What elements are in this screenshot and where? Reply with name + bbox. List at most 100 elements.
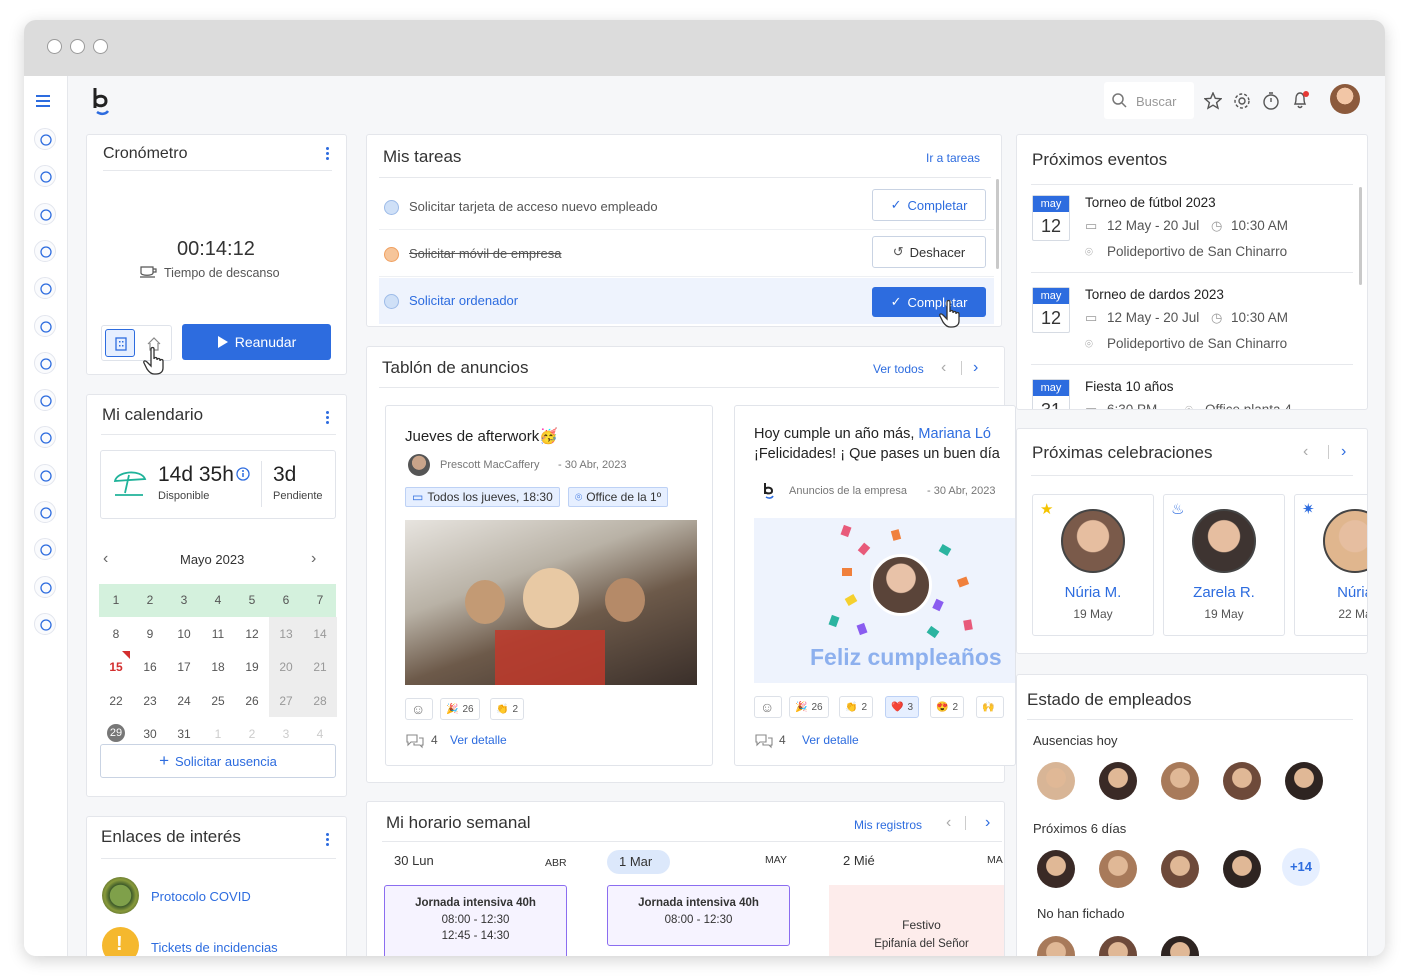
task-row[interactable]: Solicitar móvil de empresa ↺ Deshacer — [379, 231, 994, 277]
calendar-day[interactable]: 6 — [269, 593, 303, 607]
calendar-day[interactable]: 1 — [201, 727, 235, 741]
org-chart-icon[interactable] — [34, 202, 56, 225]
calendar-day[interactable]: 12 — [235, 627, 269, 641]
reaction-chip[interactable]: 👏 2 — [839, 696, 874, 718]
id-card-icon[interactable] — [34, 314, 56, 337]
bell-icon[interactable] — [1291, 90, 1311, 110]
prev-icon[interactable]: ‹ — [1303, 443, 1308, 461]
stopwatch-icon[interactable] — [1262, 91, 1280, 111]
play-icon[interactable] — [34, 538, 56, 561]
calendar-day[interactable]: 4 — [303, 727, 337, 741]
chat-icon[interactable] — [34, 463, 56, 486]
my-records-link[interactable]: Mis registros — [854, 818, 922, 832]
chart-user-icon[interactable] — [34, 389, 56, 412]
calendar-day[interactable]: 14 — [303, 627, 337, 641]
reaction-chip[interactable]: 👏 2 — [490, 698, 525, 720]
calendar-day[interactable]: 17 — [167, 660, 201, 674]
calendar-day[interactable]: 13 — [269, 627, 303, 641]
celebration-card[interactable]: ♨ Zarela R. 19 May — [1163, 494, 1285, 636]
task-status-dot[interactable] — [384, 247, 399, 262]
calendar-day[interactable]: 30 — [133, 727, 167, 741]
stopwatch-icon[interactable] — [34, 277, 56, 300]
holiday-block[interactable]: Festivo Epifanía del Señor — [829, 885, 1004, 956]
add-reaction-button[interactable]: ☺ — [405, 698, 433, 720]
home-icon[interactable] — [34, 128, 56, 150]
celebration-card[interactable]: ✷ Núria 22 Ma — [1294, 494, 1367, 636]
calendar-day[interactable]: 22 — [99, 694, 133, 708]
window-maximize-dot[interactable] — [93, 39, 108, 54]
employee-avatar[interactable] — [1037, 936, 1075, 956]
task-status-dot[interactable] — [384, 294, 399, 309]
calendar-day[interactable]: 1 — [99, 593, 133, 607]
event-item[interactable]: may 12 Torneo de fútbol 2023 ▭ 12 May - 20 J… — [1017, 195, 1357, 285]
reaction-chip-selected[interactable]: ❤️ 3 — [885, 696, 920, 718]
calendar-day[interactable]: 4 — [201, 593, 235, 607]
calendar-day[interactable]: 27 — [269, 694, 303, 708]
add-reaction-button[interactable]: ☺ — [754, 696, 782, 718]
employee-avatar[interactable] — [1037, 850, 1075, 888]
view-all-link[interactable]: Ver todos — [873, 362, 924, 376]
search-input[interactable]: Buscar — [1104, 82, 1194, 119]
info-icon[interactable] — [236, 467, 250, 481]
menu-icon[interactable] — [36, 94, 52, 108]
task-status-dot[interactable] — [384, 200, 399, 215]
employee-avatar[interactable] — [1285, 762, 1323, 800]
calendar-day[interactable]: 3 — [269, 727, 303, 741]
request-absence-button[interactable]: + Solicitar ausencia — [100, 744, 336, 778]
calendar-day[interactable]: 24 — [167, 694, 201, 708]
calendar-day[interactable]: 31 — [167, 727, 201, 741]
employee-avatar[interactable] — [1037, 762, 1075, 800]
target-icon[interactable] — [34, 426, 56, 449]
employee-avatar[interactable] — [1223, 850, 1261, 888]
more-options-icon[interactable] — [326, 411, 330, 425]
calendar-day[interactable]: 21 — [303, 660, 337, 674]
event-item[interactable]: may 12 Torneo de dardos 2023 ▭ 12 May - 20 J… — [1017, 287, 1357, 377]
link-item[interactable]: Tickets de incidencias — [151, 940, 278, 955]
shift-block[interactable]: Jornada intensiva 40h 08:00 - 12:30 — [607, 885, 790, 946]
calendar-day[interactable]: 25 — [201, 694, 235, 708]
window-minimize-dot[interactable] — [70, 39, 85, 54]
calendar-day[interactable]: 28 — [303, 694, 337, 708]
pie-chart-icon[interactable] — [34, 612, 56, 635]
employee-avatar[interactable] — [1161, 850, 1199, 888]
gear-icon[interactable] — [1233, 92, 1251, 110]
calendar-day[interactable]: 5 — [235, 593, 269, 607]
next-month-icon[interactable]: › — [311, 550, 316, 568]
go-to-tasks-link[interactable]: Ir a tareas — [926, 151, 980, 165]
alarm-icon[interactable] — [34, 351, 56, 374]
employee-avatar[interactable] — [1161, 762, 1199, 800]
complete-button[interactable]: ✓ Completar — [872, 287, 986, 328]
employee-avatar[interactable] — [1099, 936, 1137, 956]
prev-icon[interactable]: ‹ — [941, 359, 946, 377]
scrollbar[interactable] — [1359, 187, 1362, 285]
user-avatar[interactable] — [1330, 84, 1360, 114]
complete-button[interactable]: ✓ Completar — [872, 189, 986, 221]
mentioned-employee-link[interactable]: Mariana Ló — [918, 426, 991, 442]
calendar-day[interactable]: 20 — [269, 660, 303, 674]
office-toggle[interactable] — [105, 329, 135, 357]
window-close-dot[interactable] — [47, 39, 62, 54]
next-icon[interactable]: › — [973, 359, 978, 377]
employee-avatar[interactable] — [1099, 850, 1137, 888]
view-detail-link[interactable]: Ver detalle — [802, 733, 859, 747]
reaction-chip[interactable]: 😍 2 — [930, 696, 965, 718]
calendar-day[interactable]: 18 — [201, 660, 235, 674]
calendar-icon[interactable] — [34, 239, 56, 262]
prev-week-icon[interactable]: ‹ — [946, 814, 951, 832]
more-employees-badge[interactable]: +14 — [1282, 848, 1320, 886]
calendar-day[interactable]: 10 — [167, 627, 201, 641]
calendar-day[interactable]: 7 — [303, 593, 337, 607]
task-row[interactable]: Solicitar tarjeta de acceso nuevo emplea… — [379, 184, 994, 230]
people-icon[interactable] — [34, 165, 56, 188]
employee-avatar[interactable] — [1161, 936, 1199, 956]
calendar-day[interactable]: 15 — [99, 660, 133, 674]
more-options-icon[interactable] — [326, 833, 330, 847]
calendar-day[interactable]: 9 — [133, 627, 167, 641]
reaction-chip[interactable]: 🎉 26 — [789, 696, 829, 718]
link-item[interactable]: Protocolo COVID — [151, 889, 251, 904]
calendar-day[interactable]: 3 — [167, 593, 201, 607]
view-detail-link[interactable]: Ver detalle — [450, 733, 507, 747]
calendar-day[interactable]: 8 — [99, 627, 133, 641]
calendar-day[interactable]: 23 — [133, 694, 167, 708]
more-options-icon[interactable] — [326, 147, 330, 161]
